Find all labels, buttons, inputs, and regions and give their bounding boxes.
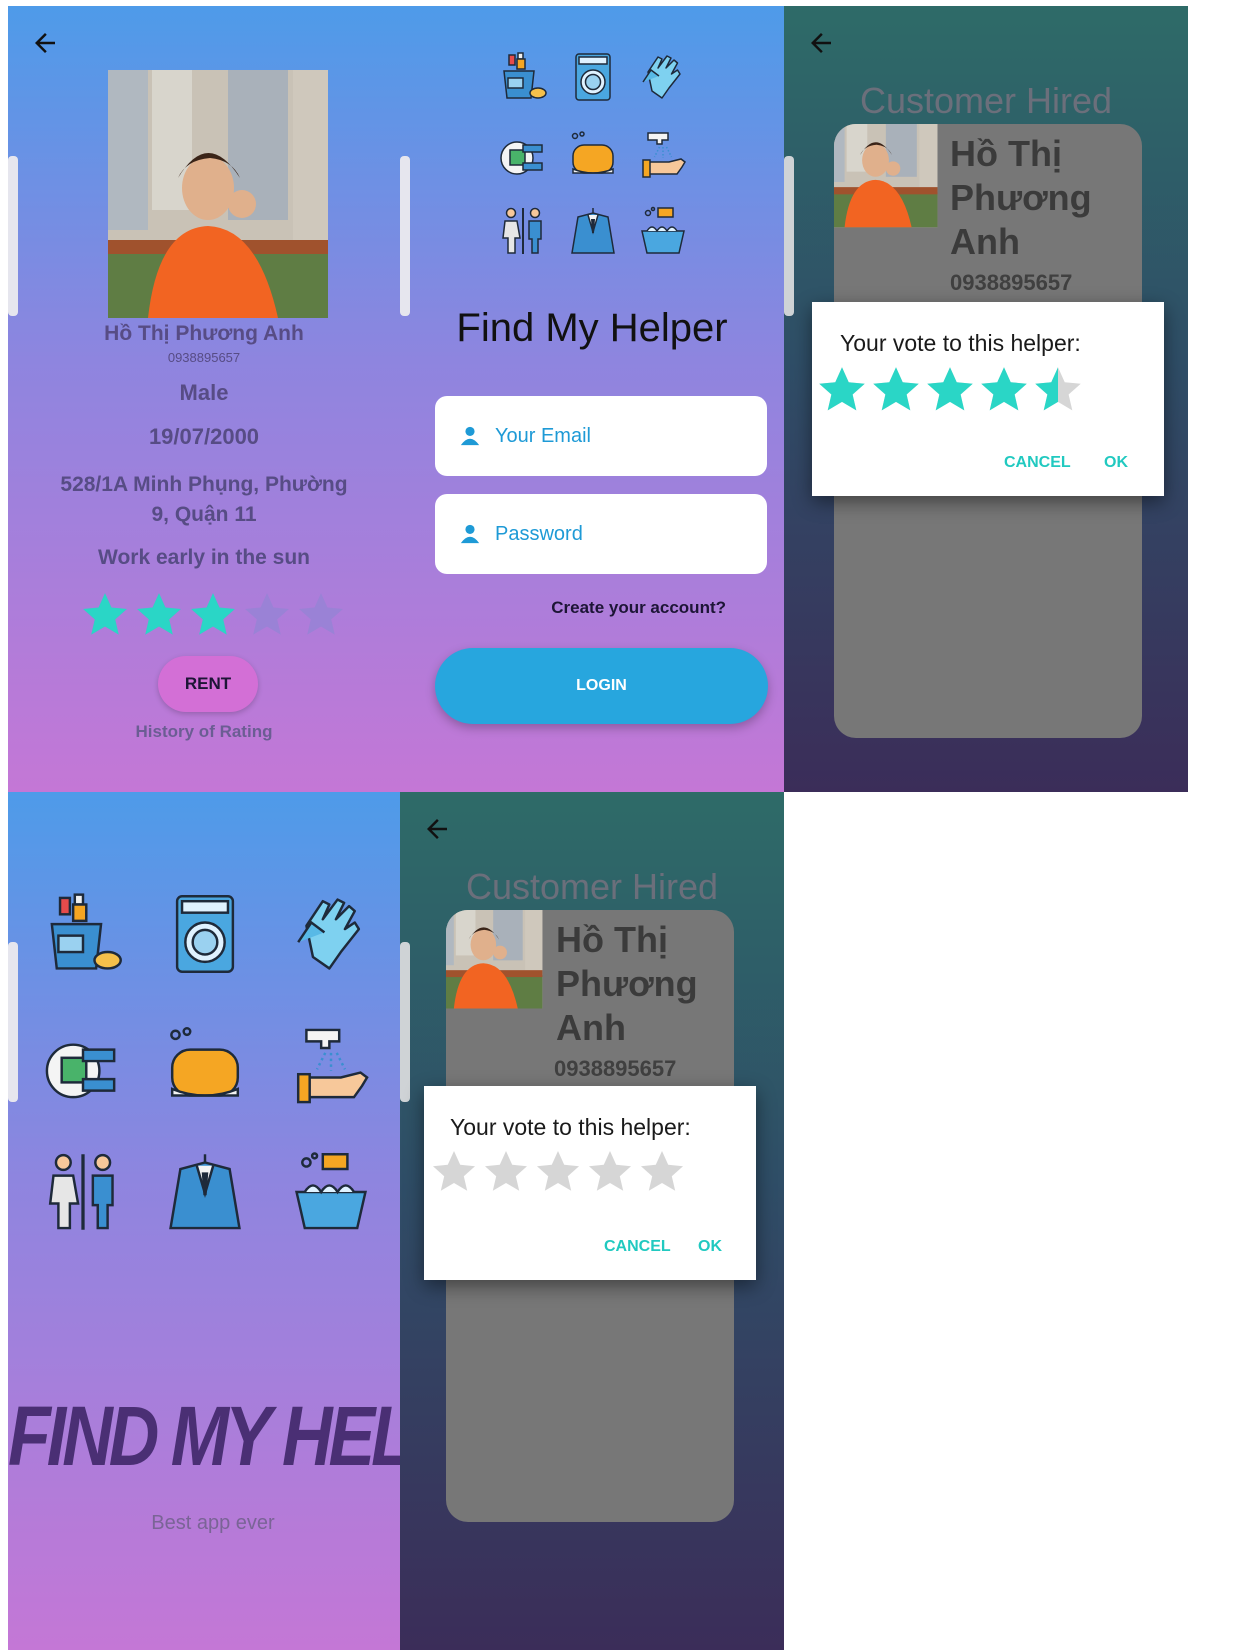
ok-button[interactable]: OK — [1104, 454, 1128, 472]
side-handle — [784, 156, 794, 316]
vote-prompt: Your vote to this helper: — [450, 1114, 691, 1140]
email-field[interactable] — [435, 396, 767, 476]
rating-star-1[interactable] — [430, 1148, 478, 1196]
side-handle — [8, 942, 18, 1102]
back-arrow-icon[interactable] — [422, 814, 452, 844]
side-handle — [400, 942, 410, 1102]
splash-app-title: FIND MY HELPER — [8, 1389, 400, 1483]
back-arrow-icon[interactable] — [30, 28, 60, 58]
rating-star-3 — [188, 590, 238, 640]
rating-star-2[interactable] — [870, 364, 922, 416]
splash-tagline: Best app ever — [151, 1512, 275, 1534]
rating-star-3[interactable] — [534, 1148, 582, 1196]
back-arrow-icon[interactable] — [806, 28, 836, 58]
vote-dialog: Your vote to this helper: CANCEL OK — [424, 1086, 756, 1280]
app-title: Find My Helper — [456, 306, 728, 350]
person-icon — [460, 524, 480, 544]
side-handle — [400, 156, 410, 316]
rating-star-5 — [296, 590, 346, 640]
rating-star-2[interactable] — [482, 1148, 530, 1196]
card-helper-phone: 0938895657 — [554, 1056, 677, 1081]
soap-bar-icon — [568, 126, 618, 189]
laundry-basin-icon — [290, 1146, 372, 1243]
laundry-basin-icon — [638, 202, 688, 265]
helper-address: 528/1A Minh Phụng, Phường 9, Quận 11 — [60, 473, 348, 526]
card-helper-name: Hồ Thị Phương Anh — [556, 919, 698, 1048]
rating-star-4[interactable] — [586, 1148, 634, 1196]
helper-phone: 0938895657 — [167, 350, 241, 365]
cleaning-supplies-icon — [498, 48, 548, 111]
helper-description: Work early in the sun — [98, 546, 310, 569]
card-helper-photo — [834, 124, 952, 252]
rating-star-3[interactable] — [924, 364, 976, 416]
rating-star-2 — [134, 590, 184, 640]
vote-rating-bar[interactable] — [430, 1148, 690, 1196]
screen-title: Customer Hired — [859, 80, 1113, 121]
dish-washing-icon — [498, 126, 548, 189]
rating-star-4 — [242, 590, 292, 640]
email-input[interactable] — [493, 423, 747, 449]
splash-screen: FIND MY HELPER Best app ever — [8, 792, 400, 1650]
vote-prompt: Your vote to this helper: — [840, 330, 1081, 356]
login-button[interactable]: LOGIN — [435, 648, 768, 724]
vote-dialog: Your vote to this helper: CANCEL OK — [812, 302, 1164, 496]
person-icon — [460, 426, 480, 446]
rating-star-1[interactable] — [816, 364, 868, 416]
helper-photo — [108, 70, 328, 318]
screen-title: Customer Hired — [465, 866, 719, 907]
customer-hired-screen-rated: Customer Hired Hồ Thị Phương Anh 0938895… — [784, 6, 1188, 792]
customer-hired-screen-unrated: Customer Hired Hồ Thị Phương Anh 0938895… — [400, 792, 784, 1650]
cancel-button[interactable]: CANCEL — [604, 1238, 671, 1256]
password-field[interactable] — [435, 494, 767, 574]
rubber-gloves-icon — [638, 48, 688, 111]
rent-button[interactable]: RENT — [158, 656, 258, 712]
helper-name: Hồ Thị Phương Anh — [104, 322, 304, 345]
rating-star-5[interactable] — [1032, 364, 1084, 416]
rubber-gloves-icon — [290, 888, 372, 985]
suit-icon — [568, 202, 618, 265]
vote-rating-bar[interactable] — [816, 364, 1086, 416]
password-input[interactable] — [493, 521, 747, 547]
card-helper-photo — [446, 910, 564, 1038]
soap-bar-icon — [164, 1020, 246, 1117]
helper-gender: Male — [179, 380, 229, 405]
rating-star-5[interactable] — [638, 1148, 686, 1196]
cleaning-supplies-icon — [42, 888, 124, 985]
cancel-button[interactable]: CANCEL — [1004, 454, 1071, 472]
create-account-link[interactable]: Create your account? — [551, 598, 726, 618]
helper-rating — [80, 590, 350, 640]
card-helper-phone: 0938895657 — [950, 270, 1073, 295]
restroom-icon — [498, 202, 548, 265]
hand-washing-icon — [290, 1020, 372, 1117]
login-screen: Find My Helper Create your account? LOGI… — [400, 6, 784, 792]
hand-washing-icon — [638, 126, 688, 189]
side-handle — [8, 156, 18, 316]
card-helper-name: Hồ Thị Phương Anh — [950, 133, 1092, 262]
restroom-icon — [42, 1146, 124, 1243]
helper-profile-screen: Hồ Thị Phương Anh 0938895657 Male 19/07/… — [8, 6, 400, 792]
rating-star-4[interactable] — [978, 364, 1030, 416]
helper-dob: 19/07/2000 — [148, 424, 260, 449]
dish-washing-icon — [42, 1020, 124, 1117]
washing-machine-icon — [568, 48, 618, 111]
history-of-rating-link[interactable]: History of Rating — [8, 722, 400, 742]
ok-button[interactable]: OK — [698, 1238, 722, 1256]
washing-machine-icon — [164, 888, 246, 985]
rating-star-1 — [80, 590, 130, 640]
suit-icon — [164, 1146, 246, 1243]
